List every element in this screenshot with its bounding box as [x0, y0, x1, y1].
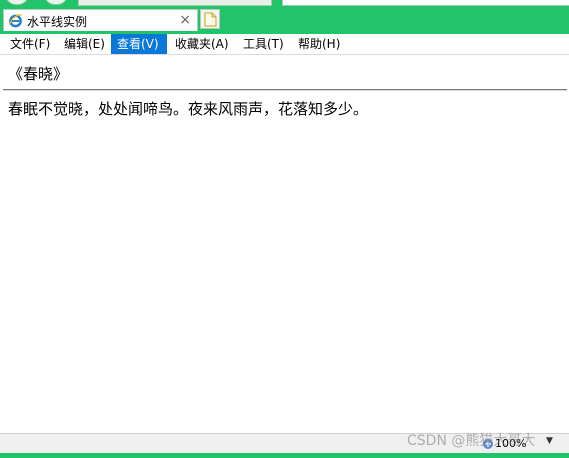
menu-file[interactable]: 文件(F) — [4, 34, 56, 54]
back-button[interactable] — [5, 0, 29, 5]
tab-active[interactable]: 水平线实例 × — [3, 9, 198, 31]
browser-window: 水平线实例 × 文件(F) 编辑(E) 查看(V) 收藏夹(A) 工具(T) 帮… — [0, 0, 569, 458]
menu-view[interactable]: 查看(V) — [111, 34, 167, 54]
page-heading: 《春晓》 — [8, 65, 69, 83]
search-bar[interactable] — [282, 0, 569, 6]
horizontal-rule — [3, 89, 567, 91]
tab-title: 水平线实例 — [27, 15, 88, 29]
forward-button[interactable] — [44, 0, 68, 5]
bottom-frame — [0, 453, 569, 458]
menu-edit[interactable]: 编辑(E) — [58, 34, 111, 54]
new-tab-icon — [204, 12, 217, 27]
menu-help[interactable]: 帮助(H) — [292, 34, 346, 54]
new-tab-button[interactable] — [200, 9, 220, 29]
address-bar[interactable] — [78, 0, 272, 6]
watermark: CSDN @熊猫大哥大 — [407, 433, 536, 449]
close-icon[interactable]: × — [179, 11, 191, 29]
menu-tools[interactable]: 工具(T) — [237, 34, 290, 54]
poem-text: 春眠不觉晓，处处闻啼鸟。夜来风雨声，花落知多少。 — [8, 100, 369, 118]
chevron-down-icon[interactable]: ▼ — [546, 436, 553, 446]
menu-favorites[interactable]: 收藏夹(A) — [169, 34, 235, 54]
ie-logo-icon — [8, 14, 22, 28]
menu-bar: 文件(F) 编辑(E) 查看(V) 收藏夹(A) 工具(T) 帮助(H) — [0, 34, 569, 55]
title-bar: 水平线实例 × — [0, 0, 569, 34]
page-content: 《春晓》 春眠不觉晓，处处闻啼鸟。夜来风雨声，花落知多少。 — [0, 55, 569, 433]
